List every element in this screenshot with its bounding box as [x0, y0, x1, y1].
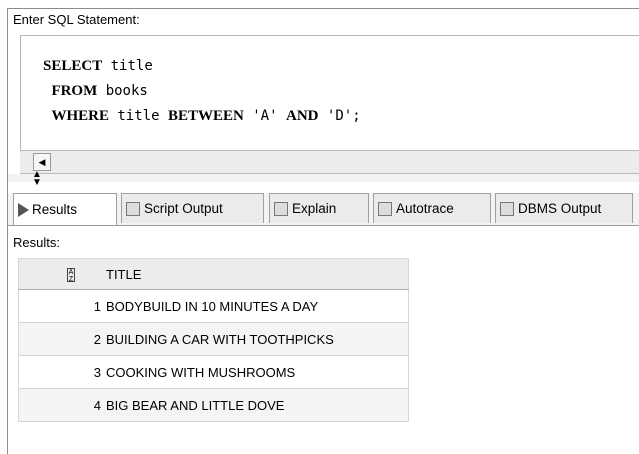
row-number: 1 — [18, 289, 105, 323]
splitter-arrows-icon[interactable]: ▲ ▼ — [32, 170, 42, 188]
dbms-icon — [500, 201, 514, 216]
table-row[interactable]: 3 COOKING WITH MUSHROOMS — [18, 355, 409, 389]
sql-line-2: FROM books — [51, 83, 148, 99]
table-row[interactable]: 4 BIG BEAR AND LITTLE DOVE — [18, 388, 409, 422]
sort-az-icon[interactable]: AZ — [67, 267, 75, 283]
tab-autotrace[interactable]: Autotrace — [373, 193, 491, 223]
row-number: 2 — [18, 322, 105, 356]
cell-title[interactable]: BODYBUILD IN 10 MINUTES A DAY — [105, 289, 409, 323]
sql-statement-label: Enter SQL Statement: — [13, 12, 140, 27]
row-number: 4 — [18, 388, 105, 422]
column-header-title[interactable]: TITLE — [105, 258, 409, 290]
tab-dbms-output[interactable]: DBMS Output — [495, 193, 633, 223]
cell-title[interactable]: COOKING WITH MUSHROOMS — [105, 355, 409, 389]
editor-horizontal-scrollbar[interactable]: ◀ — [20, 150, 639, 174]
results-label: Results: — [13, 235, 60, 250]
cell-title[interactable]: BIG BEAR AND LITTLE DOVE — [105, 388, 409, 422]
table-row[interactable]: 1 BODYBUILD IN 10 MINUTES A DAY — [18, 289, 409, 323]
tab-results[interactable]: Results — [13, 193, 117, 225]
sql-code: SELECT title FROM books WHERE title BETW… — [43, 54, 361, 129]
play-icon — [18, 202, 29, 217]
grid-header-row: AZ TITLE — [18, 258, 409, 290]
panel-splitter[interactable]: ▲ ▼ — [8, 170, 639, 188]
autotrace-icon — [378, 201, 392, 216]
tab-script-output[interactable]: Script Output — [121, 193, 264, 223]
script-icon — [126, 201, 140, 216]
tab-explain[interactable]: Explain — [269, 193, 369, 223]
explain-icon — [274, 201, 288, 216]
results-grid: AZ TITLE 1 BODYBUILD IN 10 MINUTES A DAY… — [18, 258, 409, 422]
cell-title[interactable]: BUILDING A CAR WITH TOOTHPICKS — [105, 322, 409, 356]
sql-line-3: WHERE title BETWEEN 'A' AND 'D'; — [51, 108, 361, 124]
row-number: 3 — [18, 355, 105, 389]
sql-editor[interactable]: SELECT title FROM books WHERE title BETW… — [20, 35, 639, 166]
output-tabs: Results Script Output Explain Autotrace … — [8, 193, 639, 226]
table-row[interactable]: 2 BUILDING A CAR WITH TOOTHPICKS — [18, 322, 409, 356]
sql-line-1: SELECT title — [43, 58, 153, 74]
row-number-header: AZ — [18, 258, 105, 290]
